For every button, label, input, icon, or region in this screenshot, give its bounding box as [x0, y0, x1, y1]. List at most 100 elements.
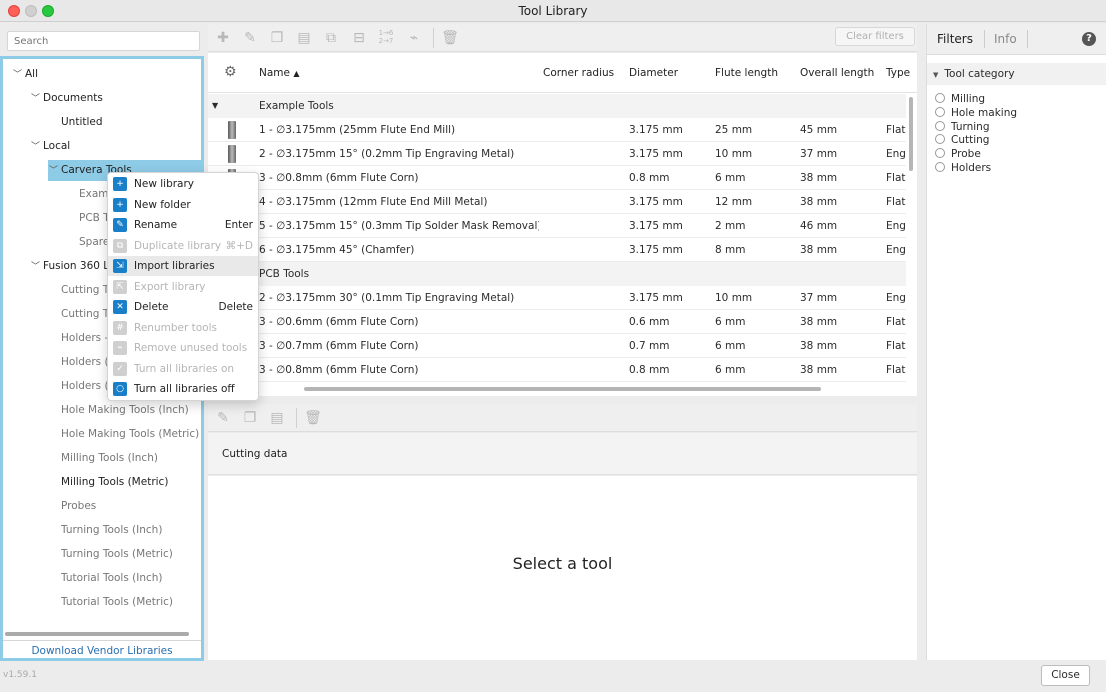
- table-row[interactable]: 3 - ∅0.8mm (6mm Flute Corn) 0.8 mm 6 mm 38 …: [208, 166, 906, 190]
- cell-type: Engr: [886, 292, 906, 304]
- table-row[interactable]: 1 - ∅3.175mm (25mm Flute End Mill) 3.175 …: [208, 118, 906, 142]
- tree-item[interactable]: Hole Making Tools (Inch): [49, 399, 189, 421]
- copy-icon[interactable]: ❐: [268, 29, 286, 47]
- tree-item[interactable]: Hole Making Tools (Metric): [49, 423, 199, 445]
- tree-item[interactable]: ﹀ Local: [31, 135, 70, 157]
- paste-icon[interactable]: ▤: [295, 29, 313, 47]
- chevron-down-icon[interactable]: ﹀: [31, 88, 43, 110]
- tree-item[interactable]: Tutorial Tools (Metric): [49, 591, 173, 613]
- menu-item[interactable]: ✓ Turn all libraries on: [108, 359, 258, 379]
- window-close-button[interactable]: [8, 5, 20, 17]
- column-header-overall-length[interactable]: Overall length: [800, 67, 874, 79]
- table-row[interactable]: 3 - ∅0.8mm (6mm Flute Corn) 0.8 mm 6 mm 38 …: [208, 358, 906, 382]
- menu-item[interactable]: ⇲ Import libraries: [108, 256, 258, 276]
- category-radio[interactable]: Probe: [935, 147, 1095, 161]
- table-row[interactable]: 3 - ∅0.6mm (6mm Flute Corn) 0.6 mm 6 mm 38 …: [208, 310, 906, 334]
- chevron-down-icon[interactable]: ﹀: [49, 160, 61, 182]
- menu-item-label: Renumber tools: [134, 321, 217, 334]
- menu-item-shortcut: Enter: [224, 219, 253, 231]
- category-radio[interactable]: Milling: [935, 92, 1095, 106]
- clear-filters-button[interactable]: Clear filters: [835, 27, 915, 46]
- table-row[interactable]: 6 - ∅3.175mm 45° (Chamfer) 3.175 mm 8 mm 38…: [208, 238, 906, 262]
- edit-icon[interactable]: ✎: [214, 409, 232, 427]
- rename-icon: ✎: [113, 218, 127, 232]
- tree-horizontal-scrollbar[interactable]: [5, 632, 189, 636]
- tab-info[interactable]: Info: [994, 32, 1017, 46]
- menu-item[interactable]: ✎ Rename Enter: [108, 215, 258, 235]
- category-radio[interactable]: Hole making: [935, 106, 1095, 120]
- table-horizontal-scrollbar[interactable]: [304, 387, 821, 391]
- clean-icon[interactable]: ⌁: [405, 29, 423, 47]
- category-radio[interactable]: Cutting: [935, 133, 1095, 147]
- menu-item[interactable]: ⧉ Duplicate library ⌘+D: [108, 236, 258, 256]
- menu-item[interactable]: # Renumber tools: [108, 318, 258, 338]
- tree-item[interactable]: Milling Tools (Metric): [49, 471, 168, 493]
- tree-item[interactable]: Turning Tools (Inch): [49, 519, 162, 541]
- table-group-row[interactable]: PCB Tools: [208, 262, 906, 286]
- table-vertical-scrollbar[interactable]: [909, 97, 913, 171]
- chevron-down-icon[interactable]: ﹀: [31, 136, 43, 158]
- tree-item[interactable]: Turning Tools (Metric): [49, 543, 173, 565]
- column-header-name[interactable]: Name ▲: [259, 67, 299, 79]
- table-group-row[interactable]: ▼ Example Tools: [208, 94, 906, 118]
- radio-icon[interactable]: [935, 162, 945, 172]
- radio-icon[interactable]: [935, 93, 945, 103]
- delete-icon[interactable]: 🗑: [441, 29, 459, 47]
- menu-item[interactable]: + New folder: [108, 195, 258, 215]
- radio-icon[interactable]: [935, 148, 945, 159]
- paste-icon[interactable]: ▤: [268, 409, 286, 427]
- table-row[interactable]: 3 - ∅0.7mm (6mm Flute Corn) 0.7 mm 6 mm 38 …: [208, 334, 906, 358]
- table-row[interactable]: 5 - ∅3.175mm 15° (0.3mm Tip Solder Mask …: [208, 214, 906, 238]
- cell-name: 3 - ∅0.8mm (6mm Flute Corn): [259, 172, 419, 184]
- close-button[interactable]: Close: [1041, 665, 1090, 686]
- column-header-corner-radius[interactable]: Corner radius: [543, 67, 614, 79]
- renumber-icon[interactable]: 1→6 2→7: [377, 29, 395, 47]
- search-input[interactable]: [7, 31, 200, 51]
- tree-item[interactable]: Untitled: [49, 111, 103, 133]
- holder-icon[interactable]: ⊟: [350, 29, 368, 47]
- category-label: Turning: [951, 120, 990, 133]
- table-row[interactable]: 2 - ∅3.175mm 30° (0.1mm Tip Engraving Me…: [208, 286, 906, 310]
- tree-item[interactable]: ﹀ All: [13, 63, 38, 85]
- collapse-icon[interactable]: ▼: [212, 94, 218, 118]
- delete-icon[interactable]: 🗑: [304, 409, 322, 427]
- export-icon: ⇱: [113, 279, 127, 294]
- menu-item[interactable]: ○ Turn all libraries off: [108, 379, 258, 399]
- help-icon[interactable]: ?: [1082, 32, 1096, 46]
- tree-item[interactable]: Probes: [49, 495, 96, 517]
- download-vendor-libraries-link[interactable]: Download Vendor Libraries: [3, 640, 201, 658]
- menu-item[interactable]: ⌁ Remove unused tools: [108, 338, 258, 358]
- tab-filters[interactable]: Filters: [937, 32, 973, 46]
- chevron-down-icon[interactable]: ﹀: [31, 256, 43, 278]
- duplicate-icon[interactable]: ⧉: [322, 29, 340, 47]
- tree-item[interactable]: Tutorial Tools (Inch): [49, 567, 163, 589]
- gear-icon[interactable]: ⚙: [224, 64, 240, 80]
- edit-icon[interactable]: ✎: [241, 29, 259, 47]
- tree-item-label: Milling Tools (Inch): [61, 452, 158, 464]
- column-header-flute-length[interactable]: Flute length: [715, 67, 778, 79]
- window-minimize-button[interactable]: [25, 5, 37, 17]
- tree-item[interactable]: ﹀ Documents: [31, 87, 103, 109]
- table-row[interactable]: 4 - ∅3.175mm (12mm Flute End Mill Metal)…: [208, 190, 906, 214]
- radio-icon[interactable]: [935, 134, 945, 145]
- radio-icon[interactable]: [935, 106, 945, 117]
- menu-item[interactable]: + New library: [108, 174, 258, 194]
- column-header-type[interactable]: Type: [886, 67, 910, 79]
- table-row[interactable]: 2 - ∅3.175mm 15° (0.2mm Tip Engraving Me…: [208, 142, 906, 166]
- category-radio[interactable]: Turning: [935, 120, 1095, 134]
- column-header-diameter[interactable]: Diameter: [629, 67, 678, 79]
- cell-type: Flat: [886, 172, 906, 184]
- radio-icon[interactable]: [935, 120, 945, 131]
- chevron-down-icon[interactable]: ﹀: [13, 64, 25, 86]
- add-icon[interactable]: ✚: [214, 29, 232, 47]
- tree-item-label: Probes: [61, 500, 97, 512]
- chevron-down-icon: ▼: [933, 71, 939, 79]
- window-zoom-button[interactable]: [42, 5, 54, 17]
- tool-category-header[interactable]: ▼ Tool category: [927, 63, 1106, 85]
- tree-item[interactable]: Milling Tools (Inch): [49, 447, 158, 469]
- menu-item[interactable]: ⇱ Export library: [108, 277, 258, 297]
- copy-icon[interactable]: ❐: [241, 409, 259, 427]
- category-radio[interactable]: Holders: [935, 161, 1095, 175]
- cutting-data-header: Cutting data: [208, 433, 917, 475]
- menu-item[interactable]: ✕ Delete Delete: [108, 297, 258, 317]
